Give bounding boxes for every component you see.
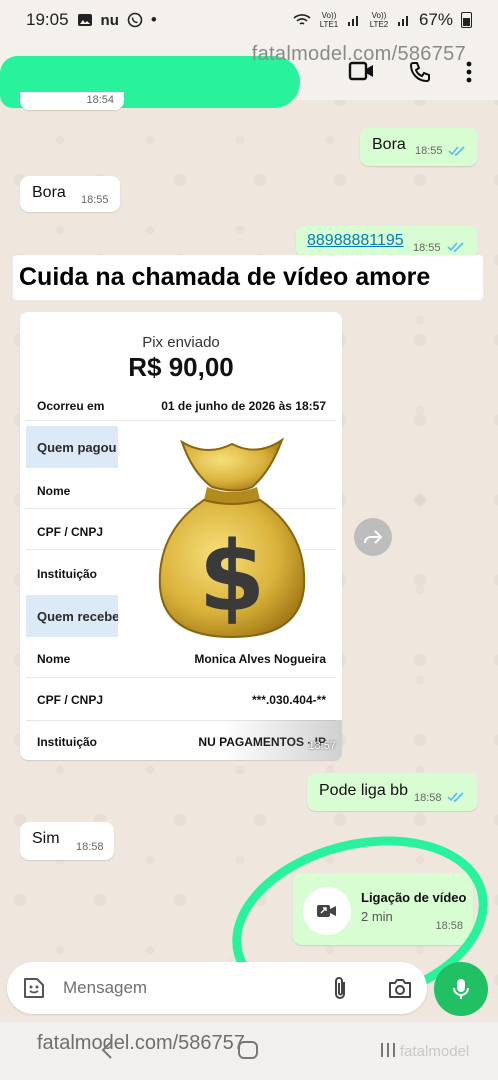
svg-text:$: $ [199,521,266,633]
video-call-icon[interactable] [348,60,376,82]
message-time: 18:55 [81,194,109,206]
message-input[interactable]: Mensagem [63,978,147,998]
read-ticks-icon [447,792,464,802]
receipt-label: CPF / CNPJ [37,525,104,539]
whatsapp-icon [127,12,143,28]
receipt-label: Instituição [37,735,98,749]
recents-icon[interactable] [378,1040,398,1060]
message-text: Pode liga bb [319,782,408,799]
receipt-value: 01 de junho de 2026 às 18:57 [161,399,326,413]
receipt-value: Monica Alves Nogueira [194,652,326,666]
forward-icon [364,530,383,544]
camera-icon[interactable] [387,976,413,1000]
watermark: fatalmodel.com/586757 [37,1032,245,1054]
receipt-label: Nome [37,484,71,498]
mic-button[interactable] [434,962,488,1016]
message-text: Bora [32,184,66,201]
clock: 19:05 [26,10,69,29]
back-icon[interactable] [100,1040,114,1060]
money-bag-icon: $ [158,437,306,639]
message-bubble-out[interactable]: Bora 18:55 [360,128,478,166]
read-ticks-icon [448,146,465,156]
receipt-title: Pix enviado [142,334,220,351]
signal-icon-2 [397,16,408,26]
receipt-section-payer: Quem pagou [26,426,118,468]
forward-button[interactable] [354,518,392,556]
phone-link[interactable]: 88988881195 [307,232,404,250]
divider [26,677,336,678]
home-icon[interactable] [237,1040,259,1060]
receipt-value: ***.030.404-** [251,693,326,707]
caption-overlay: Cuida na chamada de vídeo amore [13,255,483,300]
watermark-logo: fatalmodel [400,1043,470,1060]
message-bubble-partial: 18:54 [20,92,124,110]
status-bar: 19:05 nu • Vo)) LTE1 Vo)) LTE2 67% [0,0,498,40]
gallery-icon [77,14,92,26]
sticker-icon[interactable] [21,975,47,1001]
receipt-label: Instituição [37,567,98,581]
message-time: 18:54 [86,94,114,106]
message-text: Sim [32,830,60,847]
wifi-icon [293,14,311,25]
chat-header: fatalmodel.com/586757 [0,40,498,108]
pix-receipt-image[interactable]: Pix enviado R$ 90,00 Ocorreu em 01 de ju… [20,312,342,760]
receipt-amount: R$ 90,00 [128,352,234,382]
receipt-label: Nome [37,652,71,666]
sim2-label: Vo)) LTE2 [369,11,389,29]
receipt-label: CPF / CNPJ [37,693,104,707]
message-time: 18:58 [414,792,442,804]
signal-icon [347,16,358,26]
message-time: 18:57 [308,740,336,752]
read-ticks-icon [447,242,464,252]
attach-icon[interactable] [330,976,350,1002]
nubank-icon: nu [100,11,119,29]
divider [26,420,336,421]
battery-percent: 67% [418,10,453,29]
system-nav-bar: fatalmodel.com/586757 fatalmodel [0,1022,498,1080]
more-vert-icon[interactable] [465,60,473,84]
phone-icon[interactable] [408,60,432,84]
mic-icon [453,979,469,999]
message-text: Bora [372,136,406,153]
message-time: 18:55 [415,145,443,157]
message-time: 18:58 [76,841,104,853]
message-input-bar[interactable]: Mensagem [7,962,427,1014]
battery-icon [461,12,472,28]
dot-icon: • [150,10,157,29]
message-bubble-in[interactable]: Sim 18:58 [20,822,114,860]
message-bubble-in[interactable]: Bora 18:55 [20,176,120,212]
receipt-label: Ocorreu em [37,399,105,413]
message-bubble-out[interactable]: Pode liga bb 18:58 [307,773,478,811]
receipt-section-receiver: Quem recebeu [26,595,118,637]
message-bubble-out[interactable]: 88988881195 18:55 [296,226,478,258]
sim1-label: Vo)) LTE1 [319,11,339,29]
message-time: 18:55 [413,242,441,254]
